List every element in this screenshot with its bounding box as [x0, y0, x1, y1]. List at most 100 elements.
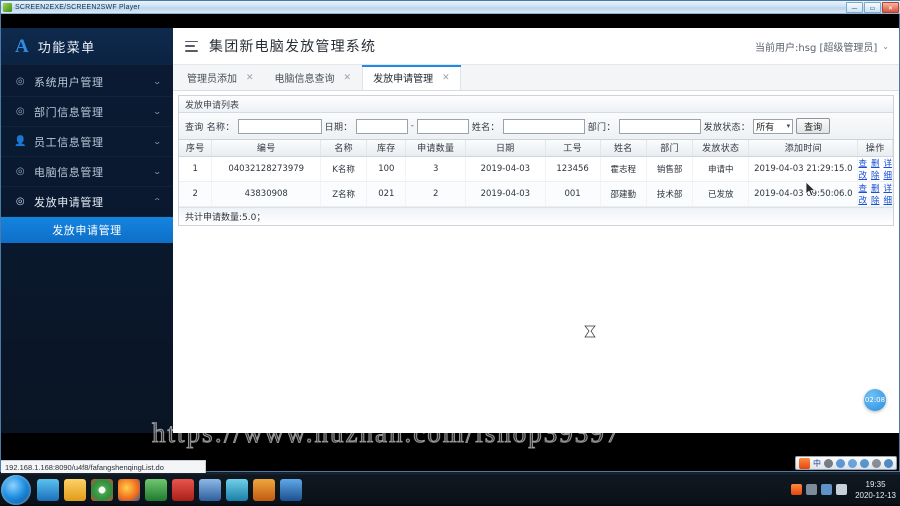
- statusbar-url: 192.168.1.168:8090/u4f8/fafangshenqingLi…: [5, 462, 164, 472]
- th-code: 编号: [211, 140, 321, 157]
- table-header: 序号 编号 名称 库存 申请数量 日期 工号 姓名 部门 发放状态 添加时间 操…: [179, 140, 893, 157]
- sidebar-item-system-users[interactable]: ◎ 系统用户管理 ⌄: [1, 67, 173, 97]
- cell-seq: 2: [179, 181, 213, 207]
- sogou-icon[interactable]: [799, 457, 810, 469]
- name-filter-input[interactable]: [237, 118, 322, 134]
- firefox-icon[interactable]: [118, 478, 140, 501]
- taskbar-clock[interactable]: 19:35 2020-12-13: [851, 479, 896, 501]
- cell-name: Z名称: [320, 181, 368, 207]
- table-row[interactable]: 2 43830908 Z名称 021 2 2019-04-03 001 邵建勤 …: [179, 181, 893, 207]
- chevron-down-icon: ▾: [786, 122, 791, 130]
- status-filter-label: 发放状态：: [703, 122, 751, 133]
- sidebar: A 功能菜单 ◎ 系统用户管理 ⌄ ◎ 部门信息管理 ⌄ 👤 员工信息管理 ⌄: [1, 28, 173, 433]
- panel-header: 发放申请列表: [179, 96, 893, 113]
- cell-date: 2019-04-03: [465, 181, 546, 207]
- translate-icon[interactable]: [872, 458, 881, 468]
- player-titlebar: SCREEN2EXE/SCREEN2SWF Player — ▭ ✕: [1, 1, 900, 14]
- filter-bar: 查询 名称： 日期： - 姓名： 部门： 发放状态： 所有 ▾ 查询: [179, 113, 893, 140]
- web-app: A 功能菜单 ◎ 系统用户管理 ⌄ ◎ 部门信息管理 ⌄ 👤 员工信息管理 ⌄: [1, 28, 899, 433]
- cell-stock: 100: [366, 156, 407, 182]
- total-quantity-text: 共计申请数量:5.0；: [185, 212, 266, 223]
- chevron-down-icon: ⌄: [152, 107, 163, 116]
- circle-plus-icon: ◎: [15, 106, 26, 117]
- system-tray: 19:35 2020-12-13: [791, 479, 900, 501]
- dept-filter-label: 部门：: [587, 122, 616, 133]
- sidebar-item-department[interactable]: ◎ 部门信息管理 ⌄: [1, 97, 173, 127]
- shield-icon[interactable]: [280, 478, 302, 501]
- keyboard-icon[interactable]: [848, 458, 857, 468]
- close-icon[interactable]: ✕: [246, 73, 254, 83]
- sidebar-subitem-issue-request[interactable]: 发放申请管理: [1, 217, 173, 243]
- screenshot-icon[interactable]: [860, 458, 869, 468]
- sidebar-item-issue-request[interactable]: ◎ 发放申请管理 ⌃: [1, 187, 173, 217]
- tab-admin-add[interactable]: 管理员添加 ✕: [177, 65, 265, 90]
- th-ops: 操作: [857, 140, 893, 157]
- sidebar-item-label: 电脑信息管理: [34, 165, 104, 179]
- minimize-button[interactable]: —: [846, 1, 863, 13]
- browser-icon[interactable]: [37, 478, 59, 501]
- close-icon[interactable]: ✕: [344, 73, 352, 83]
- sidebar-item-employee[interactable]: 👤 员工信息管理 ⌄: [1, 127, 173, 157]
- chrome-icon[interactable]: [91, 478, 113, 501]
- date-range-separator: -: [410, 121, 414, 131]
- floating-timer-button[interactable]: 02:08: [864, 389, 886, 411]
- page-title: 集团新电脑发放管理系统: [209, 39, 377, 55]
- current-user[interactable]: 当前用户:hsg [超级管理员] ⌄: [755, 39, 889, 54]
- table-row[interactable]: 1 04032128273979 K名称 100 3 2019-04-03 12…: [179, 156, 893, 182]
- cell-code: 43830908: [211, 181, 321, 207]
- dept-filter-input[interactable]: [618, 118, 701, 134]
- sidebar-item-computer[interactable]: ◎ 电脑信息管理 ⌄: [1, 157, 173, 187]
- photo-icon[interactable]: [199, 478, 221, 501]
- tab-computer-query[interactable]: 电脑信息查询 ✕: [265, 65, 363, 90]
- mail-icon[interactable]: [226, 478, 248, 501]
- status-filter-select[interactable]: 所有 ▾: [753, 118, 794, 134]
- detail-link[interactable]: 详细: [883, 157, 892, 181]
- cell-added: 2019-04-03 09:50:06.0: [748, 181, 859, 207]
- folder-icon[interactable]: [64, 478, 86, 501]
- ime-mode-label[interactable]: 中: [813, 458, 821, 469]
- th-dept: 部门: [646, 140, 694, 157]
- th-stock: 库存: [366, 140, 407, 157]
- cell-status: 申请中: [692, 156, 750, 182]
- th-name: 名称: [320, 140, 368, 157]
- brand-logo: A: [15, 36, 29, 57]
- tab-bar: 管理员添加 ✕ 电脑信息查询 ✕ 发放申请管理 ✕: [173, 65, 899, 91]
- emoji-icon[interactable]: [836, 458, 845, 468]
- close-icon[interactable]: ✕: [442, 73, 450, 83]
- close-button[interactable]: ✕: [882, 1, 899, 13]
- total-bar: 共计申请数量:5.0；: [179, 206, 893, 225]
- edit-link[interactable]: 查改: [858, 182, 867, 206]
- row-actions: 查改 删除 详细: [858, 157, 892, 181]
- detail-link[interactable]: 详细: [883, 182, 892, 206]
- list-panel: 发放申请列表 查询 名称： 日期： - 姓名： 部门： 发放状态： 所有 ▾ 查…: [178, 95, 894, 226]
- settings-icon[interactable]: [884, 458, 893, 468]
- tray-volume-icon[interactable]: [806, 484, 818, 495]
- query-button[interactable]: 查询: [796, 118, 831, 134]
- screen-root: SCREEN2EXE/SCREEN2SWF Player — ▭ ✕ A 功能菜…: [0, 0, 900, 506]
- tab-issue-request[interactable]: 发放申请管理 ✕: [362, 65, 461, 90]
- edit-link[interactable]: 查改: [858, 157, 867, 181]
- editor-icon[interactable]: [172, 478, 194, 501]
- current-user-label: 当前用户:hsg [超级管理员]: [755, 42, 878, 54]
- ime-bar[interactable]: 中: [795, 456, 897, 470]
- chevron-up-icon: ⌃: [152, 197, 163, 206]
- row-actions: 查改 删除 详细: [858, 182, 892, 206]
- tray-sogou-icon[interactable]: [791, 484, 803, 495]
- th-status: 发放状态: [692, 140, 750, 157]
- player-icon[interactable]: [145, 478, 167, 501]
- floating-timer-label: 02:08: [864, 396, 886, 404]
- tray-network-icon[interactable]: [821, 484, 833, 495]
- person-filter-input[interactable]: [502, 118, 585, 134]
- date-to-input[interactable]: [416, 118, 469, 134]
- delete-link[interactable]: 删除: [871, 182, 880, 206]
- chevron-down-icon: ⌄: [882, 41, 889, 51]
- app-icon[interactable]: [253, 478, 275, 501]
- cell-stock: 021: [366, 181, 407, 207]
- start-button[interactable]: [1, 474, 31, 505]
- hamburger-icon[interactable]: [185, 40, 198, 52]
- tray-show-desktop-icon[interactable]: [836, 484, 848, 495]
- mic-icon[interactable]: [824, 458, 833, 468]
- date-from-input[interactable]: [355, 118, 408, 134]
- maximize-button[interactable]: ▭: [864, 1, 881, 13]
- delete-link[interactable]: 删除: [871, 157, 880, 181]
